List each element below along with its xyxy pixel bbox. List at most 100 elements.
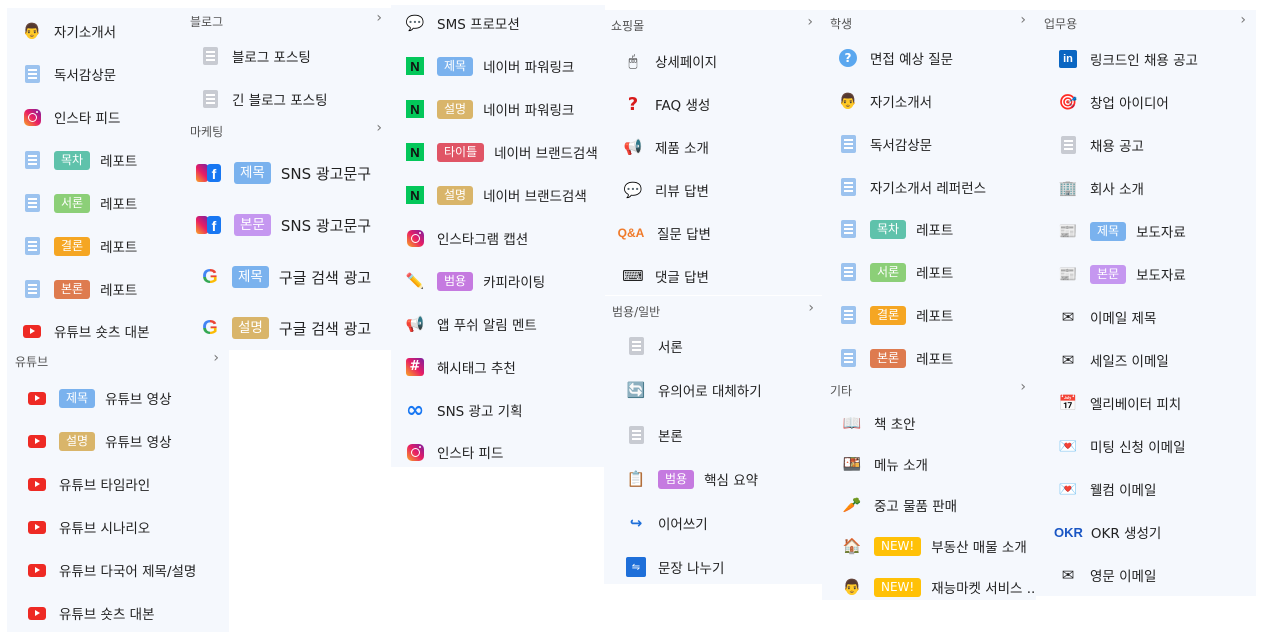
naver-icon: N <box>405 185 425 205</box>
menu-item-long-blog-post[interactable]: 긴 블로그 포스팅 <box>182 84 392 114</box>
menu-item-product-intro[interactable]: 📢 제품 소개 <box>603 132 823 162</box>
menu-item-body[interactable]: 본론 <box>604 420 824 450</box>
menu-item-okr[interactable]: OKR OKR 생성기 <box>1036 517 1256 547</box>
document-icon <box>626 336 646 356</box>
menu-item-youtube-title[interactable]: 제목 유튜브 영상 <box>7 383 229 413</box>
megaphone-icon: 📢 <box>405 315 425 333</box>
menu-item-startup-idea[interactable]: 🎯 창업 아이디어 <box>1036 87 1256 117</box>
menu-item-naver-brand-title[interactable]: N 타이틀 네이버 브랜드검색 <box>391 137 605 167</box>
badge: 서론 <box>54 193 91 213</box>
document-icon <box>838 219 858 239</box>
menu-item-youtube-desc[interactable]: 설명 유튜브 영상 <box>7 426 229 456</box>
menu-item-youtube-shorts[interactable]: 유튜브 숏츠 대본 <box>7 598 229 628</box>
document-icon <box>626 425 646 445</box>
menu-item-book-draft[interactable]: 📖 책 초안 <box>822 408 1036 438</box>
menu-item-company-intro[interactable]: 🏢 회사 소개 <box>1036 173 1256 203</box>
menu-item-job-posting[interactable]: 채용 공고 <box>1036 130 1256 160</box>
question-bubble-icon: ? <box>838 48 858 68</box>
youtube-icon <box>27 431 47 451</box>
hashtag-icon: # <box>405 357 425 377</box>
menu-item-insta-feed-2[interactable]: 인스타 피드 <box>391 437 605 467</box>
menu-item-app-push[interactable]: 📢 앱 푸쉬 알림 멘트 <box>391 309 605 339</box>
cursor-page-icon: 🖱 <box>628 52 638 70</box>
menu-item-self-intro-2[interactable]: 👨 자기소개서 <box>822 86 1036 116</box>
menu-item-linkedin-job[interactable]: in 링크드인 채용 공고 <box>1036 44 1256 74</box>
menu-item-sms-promo[interactable]: 💬 SMS 프로모션 <box>391 8 605 38</box>
menu-item-report-toc-2[interactable]: 목차 레포트 <box>822 214 1036 244</box>
envelope-icon: ✉ <box>1061 566 1075 584</box>
menu-item-talent-market[interactable]: 👨 NEW! 재능마켓 서비스 ... <box>822 572 1036 602</box>
menu-item-blog-post[interactable]: 블로그 포스팅 <box>182 41 392 71</box>
menu-item-sales-email[interactable]: ✉ 세일즈 이메일 <box>1036 345 1256 375</box>
section-header-business[interactable]: 업무용 › <box>1036 12 1256 32</box>
panel-business: 업무용 › in 링크드인 채용 공고 🎯 창업 아이디어 채용 공고 🏢 회사… <box>1036 10 1256 596</box>
okr-icon: OKR <box>1054 524 1083 540</box>
badge: 타이틀 <box>437 142 485 162</box>
badge: 제목 <box>1090 221 1127 241</box>
menu-item-review-reply[interactable]: 💬 리뷰 답변 <box>603 175 823 205</box>
badge: 범용 <box>658 469 695 489</box>
menu-item-report-intro-2[interactable]: 서론 레포트 <box>822 257 1036 287</box>
menu-item-real-estate[interactable]: 🏠 NEW! 부동산 매물 소개 <box>822 531 1036 561</box>
menu-item-naver-powerlink-title[interactable]: N 제목 네이버 파워링크 <box>391 51 605 81</box>
menu-item-detail-page[interactable]: 🖱 상세페이지 <box>603 46 823 76</box>
menu-item-welcome-email[interactable]: 💌 웰컴 이메일 <box>1036 474 1256 504</box>
section-header-blog[interactable]: 블로그 › <box>182 10 392 30</box>
menu-item-insta-caption[interactable]: 인스타그램 캡션 <box>391 223 605 253</box>
refresh-icon: 🔄 <box>626 381 646 399</box>
section-header-marketing[interactable]: 마케팅 › <box>182 120 392 140</box>
badge: 본론 <box>870 348 907 368</box>
menu-item-copywriting[interactable]: ✏️ 범용 카피라이팅 <box>391 266 605 296</box>
badge: 제목 <box>234 162 271 184</box>
menu-item-sns-ad-plan[interactable]: ∞ SNS 광고 기획 <box>391 395 605 425</box>
menu-item-intro[interactable]: 서론 <box>604 331 824 361</box>
long-document-icon <box>200 89 220 109</box>
menu-item-hashtag[interactable]: # 해시태그 추천 <box>391 352 605 382</box>
document-icon <box>22 64 42 84</box>
menu-item-menu-intro[interactable]: 🍱 메뉴 소개 <box>822 449 1036 479</box>
menu-item-report-conclusion-2[interactable]: 결론 레포트 <box>822 300 1036 330</box>
menu-item-faq[interactable]: ? FAQ 생성 <box>603 89 823 119</box>
menu-item-youtube-scenario[interactable]: 유튜브 시나리오 <box>7 512 229 542</box>
menu-item-used-sale[interactable]: 🥕 중고 물품 판매 <box>822 490 1036 520</box>
menu-item-synonym[interactable]: 🔄 유의어로 대체하기 <box>604 375 824 405</box>
menu-item-google-ad-title[interactable]: G 제목 구글 검색 광고 <box>182 262 392 292</box>
menu-item-youtube-multilang[interactable]: 유튜브 다국어 제목/설명 <box>7 555 229 585</box>
section-header-etc[interactable]: 기타 › <box>822 379 1036 399</box>
menu-item-sns-ad-body[interactable]: f 본문 SNS 광고문구 <box>182 210 392 240</box>
menu-item-email-subject[interactable]: ✉ 이메일 제목 <box>1036 302 1256 332</box>
menu-item-comment-reply[interactable]: ⌨ 댓글 답변 <box>603 261 823 291</box>
menu-item-continue[interactable]: ↪ 이어쓰기 <box>604 508 824 538</box>
instagram-icon <box>405 442 425 462</box>
section-header-general[interactable]: 범용/일반 › <box>604 300 824 320</box>
badge: 본문 <box>1090 264 1127 284</box>
menu-item-interview[interactable]: ? 면접 예상 질문 <box>822 43 1036 73</box>
document-icon <box>838 305 858 325</box>
youtube-icon <box>22 321 42 341</box>
menu-item-naver-brand-desc[interactable]: N 설명 네이버 브랜드검색 <box>391 180 605 210</box>
section-header-student[interactable]: 학생 › <box>822 12 1036 32</box>
menu-item-sns-ad-title[interactable]: f 제목 SNS 광고문구 <box>182 158 392 188</box>
menu-item-elevator-pitch[interactable]: 📅 엘리베이터 피치 <box>1036 388 1256 418</box>
menu-item-split-sentence[interactable]: ⇋ 문장 나누기 <box>604 552 824 582</box>
section-header-youtube[interactable]: 유튜브 › <box>7 350 229 370</box>
menu-item-naver-powerlink-desc[interactable]: N 설명 네이버 파워링크 <box>391 94 605 124</box>
menu-item-meeting-email[interactable]: 💌 미팅 신청 이메일 <box>1036 431 1256 461</box>
section-header-shopping[interactable]: 쇼핑몰 › <box>603 14 823 34</box>
calendar-icon: 📅 <box>1058 394 1078 412</box>
menu-item-self-intro-ref[interactable]: 자기소개서 레퍼런스 <box>822 172 1036 202</box>
menu-item-press-body[interactable]: 📰 본문 보도자료 <box>1036 259 1256 289</box>
menu-item-press-title[interactable]: 📰 제목 보도자료 <box>1036 216 1256 246</box>
menu-item-summary[interactable]: 📋 범용 핵심 요약 <box>604 464 824 494</box>
menu-item-english-email[interactable]: ✉ 영문 이메일 <box>1036 560 1256 590</box>
meta-icon: ∞ <box>405 397 425 423</box>
menu-item-book-report-2[interactable]: 독서감상문 <box>822 129 1036 159</box>
menu-item-google-ad-desc[interactable]: G 설명 구글 검색 광고 <box>182 313 392 343</box>
panel-youtube: 유튜브 › 제목 유튜브 영상 설명 유튜브 영상 유튜브 타임라인 유튜브 시… <box>7 350 229 632</box>
new-badge: NEW! <box>874 536 922 556</box>
menu-item-youtube-timeline[interactable]: 유튜브 타임라인 <box>7 469 229 499</box>
person-icon: 👨 <box>838 92 858 110</box>
instagram-icon <box>22 107 42 127</box>
menu-item-report-body-2[interactable]: 본론 레포트 <box>822 343 1036 373</box>
menu-item-question-reply[interactable]: Q&A 질문 답변 <box>603 218 823 248</box>
